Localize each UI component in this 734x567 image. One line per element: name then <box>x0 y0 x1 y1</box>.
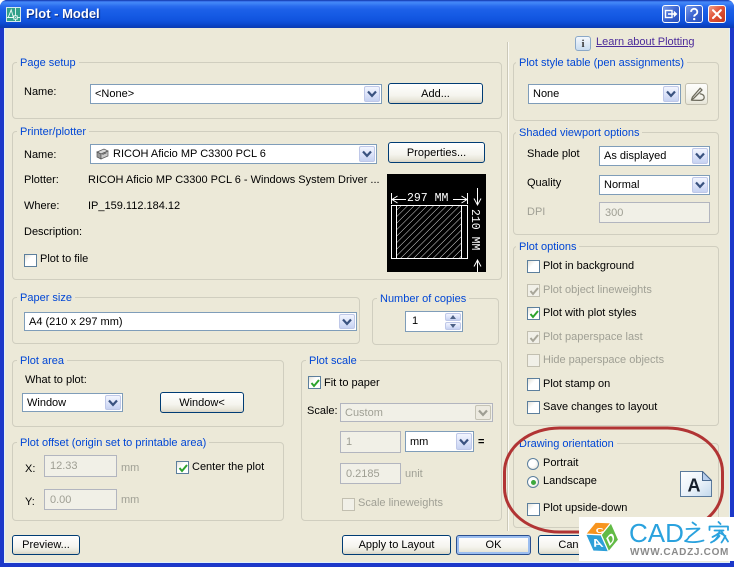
svg-text:C: C <box>596 526 604 535</box>
